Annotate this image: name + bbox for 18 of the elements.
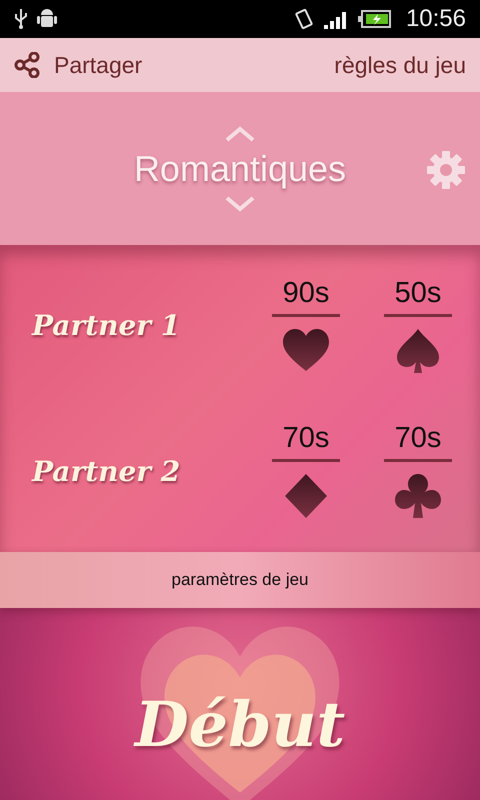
share-icon	[14, 52, 40, 78]
down-chevron-button[interactable]	[224, 196, 256, 212]
partner-name: Partner 1	[32, 309, 180, 342]
club-icon	[392, 472, 444, 520]
mode-title: Romantiques	[134, 148, 346, 190]
up-chevron-button[interactable]	[224, 126, 256, 142]
share-button[interactable]: Partager	[14, 52, 142, 78]
settings-icon[interactable]	[426, 150, 466, 190]
timer-value[interactable]: 70s	[282, 422, 330, 456]
timer-value[interactable]: 50s	[394, 276, 442, 310]
clock: 10:56	[406, 5, 466, 33]
rules-button[interactable]: règles du jeu	[334, 52, 466, 78]
timer-value[interactable]: 90s	[282, 276, 330, 310]
game-settings-button[interactable]: paramètres de jeu	[0, 552, 480, 608]
battery-icon	[358, 9, 392, 29]
partner-name: Partner 2	[32, 454, 180, 488]
usb-icon	[14, 8, 28, 30]
timer-value[interactable]: 70s	[394, 422, 442, 456]
